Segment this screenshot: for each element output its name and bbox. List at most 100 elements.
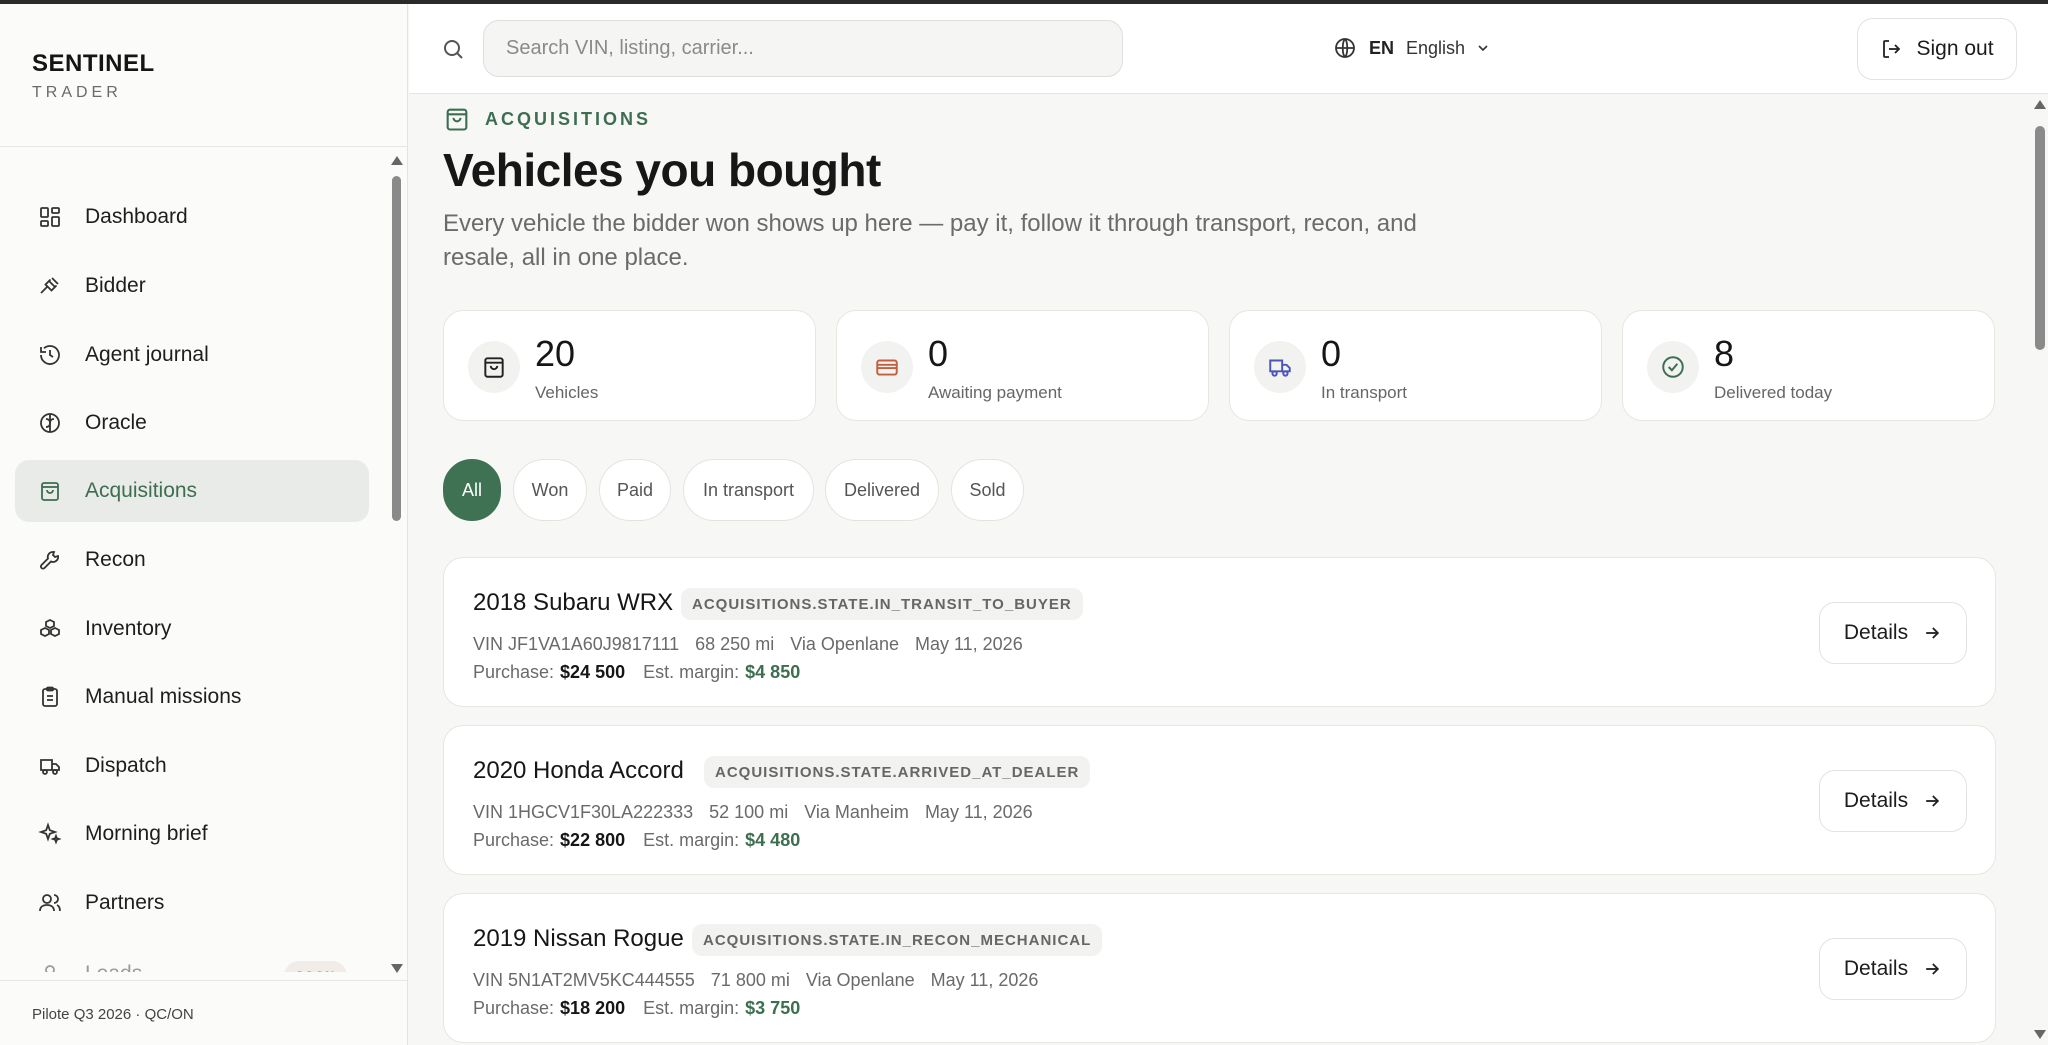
vehicle-card: 2020 Honda Accord ACQUISITIONS.STATE.ARR…	[443, 725, 1996, 875]
sidebar-item-dispatch[interactable]: Dispatch	[15, 735, 369, 797]
main-scroll-up-arrow[interactable]	[2034, 100, 2046, 109]
sidebar-item-agent-journal[interactable]: Agent journal	[15, 324, 369, 386]
users-icon	[37, 890, 63, 916]
section-kicker-label: ACQUISITIONS	[485, 108, 652, 129]
page-title: Vehicles you bought	[443, 144, 881, 196]
details-button[interactable]: Details	[1819, 770, 1967, 832]
purchase-label: Purchase:	[473, 998, 555, 1018]
sidebar-divider	[0, 146, 408, 147]
shopping-bag-icon	[446, 108, 468, 131]
search-icon	[444, 40, 463, 59]
sidebar-item-label: Bidder	[85, 274, 146, 297]
details-label: Details	[1843, 621, 1909, 644]
stat-label: Vehicles	[535, 383, 599, 402]
vehicle-financials: Purchase: $22 800 Est. margin: $4 480	[473, 830, 800, 851]
vehicle-meta: VIN 5N1AT2MV5KC444555 71 800 mi Via Open…	[473, 970, 1054, 991]
arrow-right-icon	[1926, 795, 1940, 807]
sidebar: SENTINEL TRADER Dashboard Bidder Agent j…	[0, 4, 408, 1045]
stat-value: 20	[535, 333, 576, 374]
filter-won[interactable]: Won	[513, 459, 587, 521]
vehicle-title: 2020 Honda Accord	[473, 757, 684, 784]
stat-card-delivered-today: 8 Delivered today	[1622, 310, 1995, 421]
sidebar-scrollbar-thumb[interactable]	[392, 176, 401, 521]
vehicle-financials: Purchase: $24 500 Est. margin: $4 850	[473, 662, 800, 683]
details-button[interactable]: Details	[1819, 602, 1967, 664]
filter-all[interactable]: All	[443, 459, 501, 521]
sidebar-item-manual-missions[interactable]: Manual missions	[15, 666, 369, 728]
sparkles-icon	[37, 821, 63, 847]
purchase-price: $24 500	[560, 662, 626, 682]
purchase-price: $18 200	[560, 998, 626, 1018]
check-circle-icon	[1647, 341, 1699, 393]
purchase-label: Purchase:	[473, 830, 555, 850]
truck-icon	[37, 753, 63, 779]
truck-icon	[1254, 341, 1306, 393]
details-label: Details	[1843, 957, 1909, 980]
sidebar-item-label: Oracle	[85, 411, 147, 434]
stat-card-vehicles: 20 Vehicles	[443, 310, 816, 421]
sidebar-item-label: Recon	[85, 548, 146, 571]
vehicle-meta: VIN JF1VA1A60J9817111 68 250 mi Via Open…	[473, 634, 1039, 655]
sign-out-icon	[1883, 40, 1901, 58]
vehicle-mileage: 68 250 mi	[695, 634, 775, 654]
vehicle-source: Via Openlane	[805, 970, 915, 990]
estimated-margin: $4 850	[745, 662, 801, 682]
language-code: EN	[1369, 37, 1395, 58]
details-button[interactable]: Details	[1819, 938, 1967, 1000]
sidebar-scroll-up-arrow[interactable]	[391, 156, 403, 165]
sidebar-scroll-down-arrow[interactable]	[391, 964, 403, 973]
details-label: Details	[1843, 789, 1909, 812]
clipboard-icon	[37, 684, 63, 710]
margin-label: Est. margin:	[643, 998, 740, 1018]
stat-value: 0	[928, 333, 949, 374]
margin-label: Est. margin:	[643, 830, 740, 850]
chevron-down-icon	[1478, 45, 1488, 52]
purchase-label: Purchase:	[473, 662, 555, 682]
sidebar-item-leads[interactable]: Leads SOON	[15, 943, 369, 972]
arrow-right-icon	[1926, 963, 1940, 975]
sidebar-item-acquisitions[interactable]: Acquisitions	[15, 460, 369, 522]
top-header: EN English Sign out	[409, 4, 2048, 94]
stat-label: Awaiting payment	[928, 383, 1062, 402]
vehicle-card: 2018 Subaru WRX ACQUISITIONS.STATE.IN_TR…	[443, 557, 1996, 707]
globe-icon	[1335, 38, 1355, 58]
stat-value: 0	[1321, 333, 1342, 374]
stat-card-awaiting-payment: 0 Awaiting payment	[836, 310, 1209, 421]
sidebar-item-inventory[interactable]: Inventory	[15, 598, 369, 660]
sidebar-item-label: Dashboard	[85, 205, 188, 228]
main-scroll-down-arrow[interactable]	[2034, 1030, 2046, 1039]
vehicle-vin: VIN 5N1AT2MV5KC444555	[473, 970, 695, 990]
sidebar-item-oracle[interactable]: Oracle	[15, 392, 369, 454]
vehicle-date: May 11, 2026	[924, 802, 1033, 822]
sidebar-item-label: Leads	[85, 962, 142, 972]
filter-sold[interactable]: Sold	[951, 459, 1024, 521]
sidebar-item-label: Partners	[85, 891, 165, 914]
sidebar-item-dashboard[interactable]: Dashboard	[15, 186, 369, 248]
vehicle-title: 2019 Nissan Rogue	[473, 925, 684, 952]
filter-paid[interactable]: Paid	[599, 459, 671, 521]
sidebar-footer: Pilote Q3 2026 · QC/ON	[32, 1006, 194, 1023]
boxes-icon	[37, 616, 63, 642]
filter-in-transport[interactable]: In transport	[683, 459, 814, 521]
filter-delivered[interactable]: Delivered	[825, 459, 939, 521]
arrow-right-icon	[1926, 627, 1940, 639]
sign-out-button[interactable]: Sign out	[1857, 18, 2017, 80]
history-icon	[37, 342, 63, 368]
brand-logo[interactable]: SENTINEL TRADER	[32, 50, 155, 102]
language-selector[interactable]: EN English	[1333, 36, 1491, 60]
brand-name: SENTINEL	[32, 50, 155, 77]
wrench-icon	[37, 547, 63, 573]
sidebar-item-bidder[interactable]: Bidder	[15, 255, 369, 317]
sidebar-item-recon[interactable]: Recon	[15, 529, 369, 591]
search-input[interactable]	[483, 20, 1123, 77]
vehicle-state-badge: ACQUISITIONS.STATE.IN_RECON_MECHANICAL	[692, 924, 1103, 956]
main-content: ACQUISITIONS Vehicles you bought Every v…	[409, 95, 2029, 1045]
sidebar-item-label: Acquisitions	[85, 479, 198, 502]
main-scrollbar-thumb[interactable]	[2035, 126, 2045, 350]
vehicle-card: 2019 Nissan Rogue ACQUISITIONS.STATE.IN_…	[443, 893, 1996, 1043]
page-description: Every vehicle the bidder won shows up he…	[443, 210, 1417, 271]
sidebar-item-morning-brief[interactable]: Morning brief	[15, 803, 369, 865]
stat-card-in-transport: 0 In transport	[1229, 310, 1602, 421]
sidebar-item-partners[interactable]: Partners	[15, 872, 369, 934]
dashboard-icon	[37, 204, 63, 230]
